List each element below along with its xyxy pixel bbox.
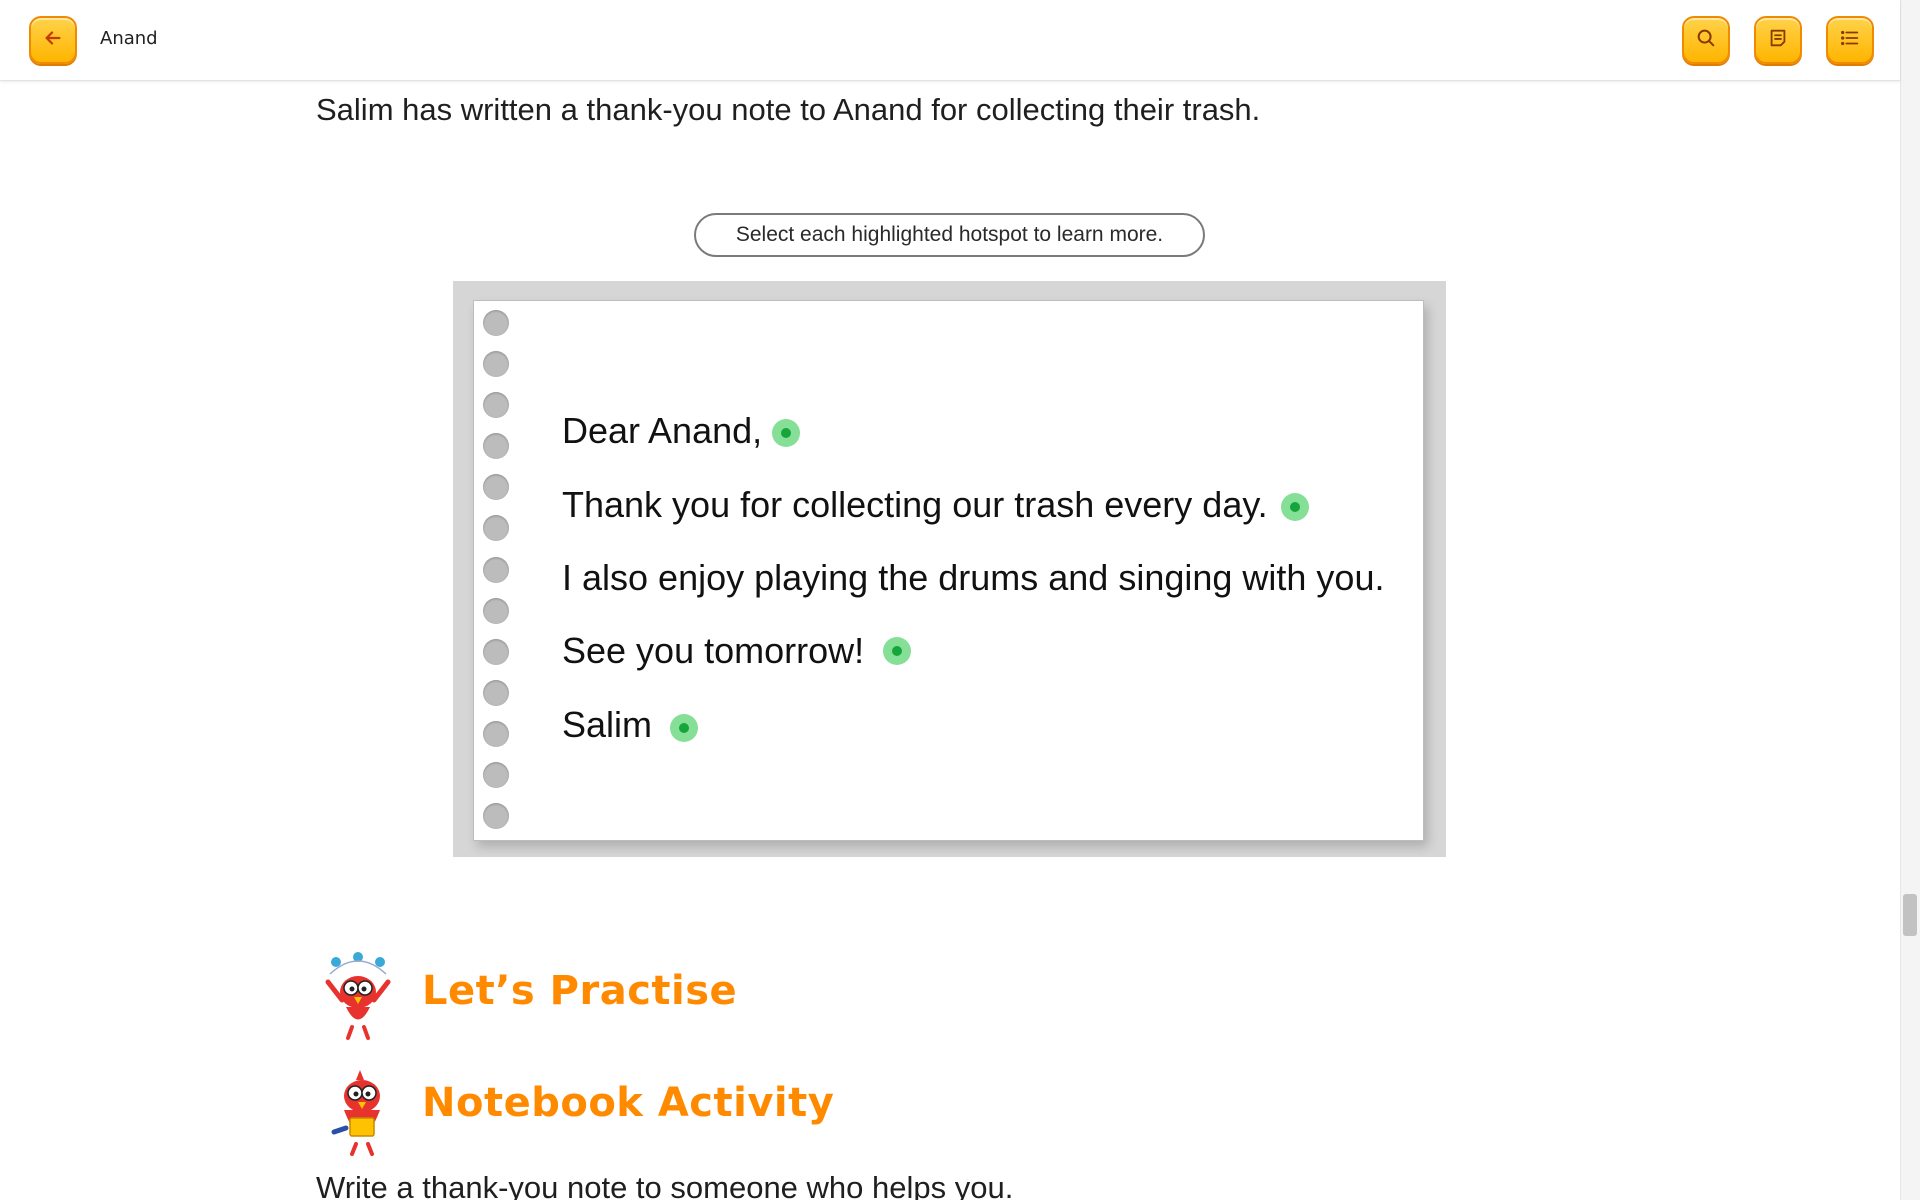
- intro-text: Salim has written a thank-you note to An…: [316, 92, 1261, 127]
- section-title-notebook-activity: Notebook Activity: [422, 1080, 835, 1126]
- hotspot-instruction: Select each highlighted hotspot to learn…: [694, 213, 1205, 257]
- binder-hole: [483, 680, 509, 706]
- note-line-greeting: Dear Anand,: [562, 410, 763, 451]
- hotspot-greeting[interactable]: [772, 419, 800, 447]
- top-bar: Anand: [0, 0, 1900, 81]
- binder-hole: [483, 515, 509, 541]
- hotspot-signature[interactable]: [670, 714, 698, 742]
- binder-hole: [483, 557, 509, 583]
- binder-hole: [483, 803, 509, 829]
- note-line-closing: See you tomorrow!: [562, 630, 865, 671]
- binder-hole: [483, 762, 509, 788]
- scrollbar-track[interactable]: [1900, 0, 1920, 1200]
- note-line-thanks: Thank you for collecting our trash every…: [562, 484, 1268, 525]
- note-line-signature: Salim: [562, 704, 653, 745]
- binder-hole: [483, 639, 509, 665]
- binder-hole: [483, 474, 509, 500]
- notes-button[interactable]: [1754, 16, 1802, 64]
- search-icon: [1695, 27, 1717, 53]
- binder-hole: [483, 351, 509, 377]
- binder-hole: [483, 598, 509, 624]
- juggling-mascot-icon: [316, 952, 406, 1042]
- note-line-extra: I also enjoy playing the drums and singi…: [562, 557, 1385, 598]
- activity-instruction: Write a thank-you note to someone who he…: [316, 1170, 1014, 1200]
- binder-hole: [483, 721, 509, 747]
- page-title: Anand: [100, 28, 158, 49]
- table-of-contents-button[interactable]: [1826, 16, 1874, 64]
- search-button[interactable]: [1682, 16, 1730, 64]
- reading-mascot-icon: [320, 1066, 404, 1156]
- binder-hole: [483, 392, 509, 418]
- binder-hole: [483, 310, 509, 336]
- scrollbar-thumb[interactable]: [1903, 894, 1917, 936]
- binder-hole: [483, 433, 509, 459]
- hotspot-thanks[interactable]: [1281, 493, 1309, 521]
- arrow-left-icon: [42, 27, 64, 53]
- hotspot-closing[interactable]: [883, 637, 911, 665]
- list-icon: [1839, 27, 1861, 53]
- section-title-practise: Let’s Practise: [422, 968, 738, 1014]
- notes-icon: [1767, 27, 1789, 53]
- back-button[interactable]: [29, 16, 77, 64]
